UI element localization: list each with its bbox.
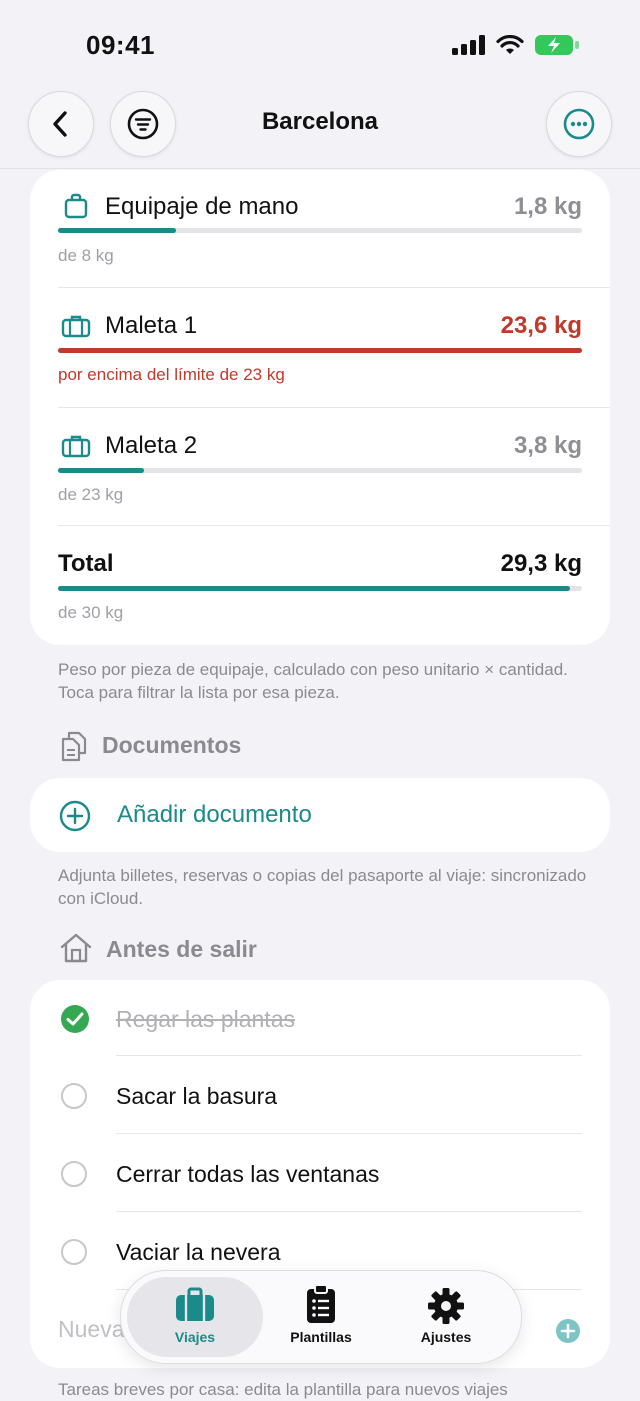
over-limit-warning: por encima del límite de 23 kg [58, 365, 285, 384]
tab-plantillas[interactable]: Plantillas [256, 1271, 386, 1363]
tab-label: Plantillas [290, 1329, 352, 1345]
total-label: Total [58, 550, 114, 577]
before-leaving-section-title: Antes de salir [106, 936, 257, 962]
suitcase-icon [61, 315, 91, 338]
checkbox-circle[interactable] [61, 1239, 87, 1265]
weight-limit: de 23 kg [58, 485, 124, 504]
tab-viajes[interactable]: Viajes [130, 1271, 260, 1363]
luggage-row-carry-on[interactable]: Equipaje de mano 1,8 kg de 8 kg [30, 170, 610, 288]
signal-icon [452, 35, 485, 55]
task-row[interactable]: Sacar la basura [30, 1056, 610, 1134]
tab-bar: Viajes Plantillas Ajustes [120, 1270, 522, 1364]
weight-bar [58, 348, 582, 353]
tab-label: Ajustes [420, 1329, 472, 1345]
page-title: Barcelona [261, 108, 379, 135]
more-options-button[interactable] [546, 91, 612, 157]
house-icon [60, 933, 92, 963]
add-document-button[interactable]: Añadir documento [30, 778, 610, 852]
weight-bar-fill [58, 348, 582, 353]
luggage-weight: 1,8 kg [513, 193, 582, 220]
new-task-input[interactable]: Nueva [58, 1316, 124, 1343]
luggage-card: Equipaje de mano 1,8 kg de 8 kg Maleta 1… [30, 170, 610, 645]
tab-label: Viajes [174, 1329, 216, 1345]
weight-bar [58, 228, 582, 233]
checkmark-circle-icon[interactable] [60, 1004, 90, 1034]
wifi-icon [496, 35, 524, 54]
ellipsis-circle-icon [563, 108, 595, 140]
status-icons [452, 34, 580, 56]
weight-limit: de 8 kg [58, 246, 114, 265]
tab-ajustes[interactable]: Ajustes [381, 1271, 511, 1363]
total-limit: de 30 kg [58, 603, 124, 622]
luggage-weight-over: 23,6 kg [500, 312, 582, 339]
plus-circle-icon [59, 800, 91, 832]
luggage-label: Maleta 1 [105, 312, 198, 339]
checkbox-circle[interactable] [61, 1161, 87, 1187]
total-weight: 29,3 kg [500, 550, 582, 577]
task-row[interactable]: Cerrar todas las ventanas [30, 1134, 610, 1212]
total-weight-bar [58, 586, 582, 591]
clipboard-list-icon [307, 1284, 335, 1323]
task-label: Cerrar todas las ventanas [116, 1161, 380, 1187]
weight-bar [58, 468, 582, 473]
documents-section-title: Documentos [102, 732, 242, 758]
luggage-footnote: Peso por pieza de equipaje, calculado co… [58, 660, 568, 702]
checkbox-circle[interactable] [61, 1083, 87, 1109]
before-leaving-footnote: Tareas breves por casa: edita la plantil… [58, 1380, 508, 1399]
luggage-total-row: Total 29,3 kg de 30 kg [30, 526, 610, 644]
add-task-icon[interactable] [555, 1318, 581, 1344]
task-label: Sacar la basura [116, 1083, 278, 1109]
bag-icon [64, 193, 88, 219]
luggage-label: Equipaje de mano [105, 193, 299, 220]
task-row[interactable]: Regar las plantas [30, 980, 610, 1056]
task-label-done: Regar las plantas [116, 1006, 295, 1032]
gear-icon [428, 1288, 464, 1324]
add-document-label: Añadir documento [117, 801, 312, 828]
navigation-header [0, 0, 640, 169]
luggage-row-suitcase-1[interactable]: Maleta 1 23,6 kg por encima del límite d… [30, 288, 610, 407]
documents-footnote: Adjunta billetes, reservas o copias del … [58, 866, 587, 908]
task-label: Vaciar la nevera [116, 1239, 281, 1265]
suitcase-icon [176, 1287, 214, 1321]
status-time: 09:41 [86, 30, 155, 60]
weight-bar-fill [58, 586, 570, 591]
battery-charging-icon [535, 35, 579, 55]
documents-icon [61, 731, 87, 762]
suitcase-icon [61, 435, 91, 458]
luggage-label: Maleta 2 [105, 432, 198, 459]
luggage-row-suitcase-2[interactable]: Maleta 2 3,8 kg de 23 kg [30, 408, 610, 526]
weight-bar-fill [58, 228, 176, 233]
luggage-weight: 3,8 kg [513, 432, 582, 459]
weight-bar-fill [58, 468, 145, 473]
